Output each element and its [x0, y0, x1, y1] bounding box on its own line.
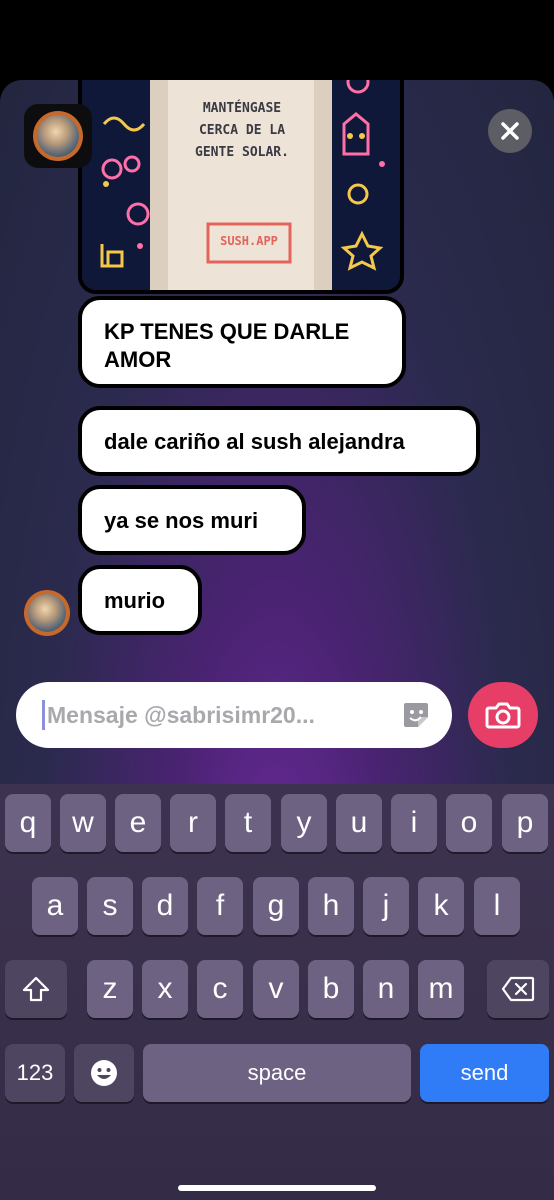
- message-input[interactable]: Mensaje @sabrisimr20...: [16, 682, 452, 748]
- avatar-image: [28, 594, 66, 632]
- message-text: KP TENES QUE DARLE: [104, 319, 350, 344]
- message-input-placeholder: Mensaje @sabrisimr20...: [47, 701, 315, 728]
- keyboard: q w e r t y u i o p a s d f g h j k l z …: [0, 784, 554, 1200]
- media-stamp: SUSH.APP: [220, 234, 278, 248]
- key-v[interactable]: v: [253, 960, 299, 1018]
- camera-icon: [485, 702, 521, 729]
- key-t[interactable]: t: [225, 794, 271, 852]
- message-text: AMOR: [104, 347, 172, 372]
- key-j[interactable]: j: [363, 877, 409, 935]
- message-text: murio: [104, 588, 166, 613]
- send-key[interactable]: send: [420, 1044, 549, 1102]
- close-button[interactable]: [488, 109, 532, 153]
- key-u[interactable]: u: [336, 794, 382, 852]
- key-e[interactable]: e: [115, 794, 161, 852]
- media-text-line3: GENTE SOLAR.: [195, 145, 289, 160]
- message-bubble[interactable]: KP TENES QUE DARLE AMOR: [78, 296, 406, 388]
- key-l[interactable]: l: [474, 877, 520, 935]
- shift-key[interactable]: [5, 960, 67, 1018]
- key-c[interactable]: c: [197, 960, 243, 1018]
- sticker-icon[interactable]: [400, 699, 432, 731]
- key-x[interactable]: x: [142, 960, 188, 1018]
- key-h[interactable]: h: [308, 877, 354, 935]
- key-w[interactable]: w: [60, 794, 106, 852]
- key-g[interactable]: g: [253, 877, 299, 935]
- camera-button[interactable]: [468, 682, 538, 748]
- key-p[interactable]: p: [502, 794, 548, 852]
- key-i[interactable]: i: [391, 794, 437, 852]
- media-message[interactable]: MANTÉNGASE CERCA DE LA GENTE SOLAR. SUSH…: [78, 80, 404, 294]
- key-r[interactable]: r: [170, 794, 216, 852]
- key-f[interactable]: f: [197, 877, 243, 935]
- text-caret: [42, 700, 45, 730]
- header-avatar[interactable]: [24, 104, 92, 168]
- message-bubble[interactable]: dale cariño al sush alejandra: [78, 406, 480, 476]
- key-y[interactable]: y: [281, 794, 327, 852]
- avatar-image: [37, 115, 79, 157]
- key-m[interactable]: m: [418, 960, 464, 1018]
- close-icon: [501, 122, 519, 140]
- key-k[interactable]: k: [418, 877, 464, 935]
- message-text: dale cariño al sush alejandra: [104, 429, 405, 454]
- key-o[interactable]: o: [446, 794, 492, 852]
- numbers-key[interactable]: 123: [5, 1044, 65, 1102]
- key-b[interactable]: b: [308, 960, 354, 1018]
- media-text-line1: MANTÉNGASE: [202, 101, 282, 116]
- key-q[interactable]: q: [5, 794, 51, 852]
- key-n[interactable]: n: [363, 960, 409, 1018]
- space-key[interactable]: space: [143, 1044, 411, 1102]
- message-bubble[interactable]: murio: [78, 565, 202, 635]
- backspace-key[interactable]: [487, 960, 549, 1018]
- backspace-icon: [501, 976, 535, 1002]
- emoji-icon: [91, 1060, 117, 1086]
- key-d[interactable]: d: [142, 877, 188, 935]
- home-indicator[interactable]: [178, 1185, 376, 1191]
- shift-icon: [22, 976, 50, 1002]
- key-a[interactable]: a: [32, 877, 78, 935]
- media-text-line2: CERCA DE LA: [198, 123, 286, 138]
- key-s[interactable]: s: [87, 877, 133, 935]
- chat-screen: MANTÉNGASE CERCA DE LA GENTE SOLAR. SUSH…: [0, 80, 554, 1200]
- message-bubble[interactable]: ya se nos muri: [78, 485, 306, 555]
- message-text: ya se nos muri: [104, 508, 259, 533]
- emoji-key[interactable]: [74, 1044, 134, 1102]
- sender-avatar[interactable]: [24, 590, 70, 636]
- key-z[interactable]: z: [87, 960, 133, 1018]
